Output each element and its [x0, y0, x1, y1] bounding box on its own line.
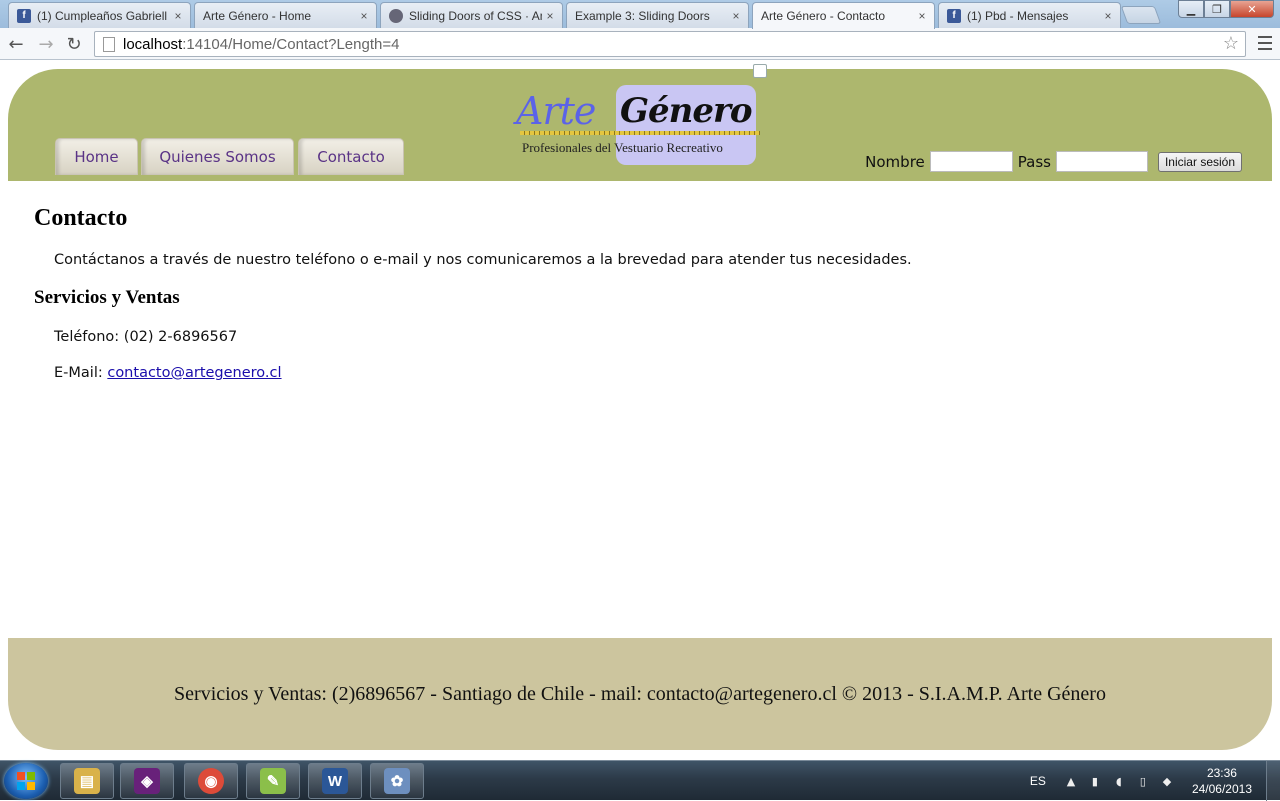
logo-arte-text: Arte	[516, 89, 596, 133]
forward-icon[interactable]: →	[34, 32, 58, 56]
language-indicator[interactable]: ES	[1030, 774, 1046, 788]
login-form: Nombre Pass Iniciar sesión	[865, 151, 1242, 172]
site-logo[interactable]: Arte Género Profesionales del Vestuario …	[516, 85, 766, 167]
visual-studio-icon: ◈	[134, 768, 160, 794]
footer-text: Servicios y Ventas: (2)6896567 - Santiag…	[174, 682, 1106, 705]
nav-tab-contacto[interactable]: Contacto	[298, 138, 404, 175]
volume-icon[interactable]: ◖	[1112, 774, 1126, 788]
dropbox-icon[interactable]: ◆	[1160, 774, 1174, 788]
clock[interactable]: 23:36 24/06/2013	[1192, 765, 1252, 797]
show-hidden-icons-icon[interactable]: ▲	[1064, 774, 1078, 788]
minimize-button[interactable]: ▁	[1178, 0, 1204, 18]
address-bar[interactable]: localhost :14104/Home/Contact?Length=4 ☆	[94, 31, 1246, 57]
browser-tabstrip: f (1) Cumpleaños Gabriell × Arte Género …	[0, 0, 1280, 78]
show-desktop-button[interactable]	[1266, 761, 1280, 801]
tab-title: Example 3: Sliding Doors	[575, 8, 710, 23]
phone-text: Teléfono: (02) 2-6896567	[54, 329, 238, 345]
page-icon	[103, 36, 115, 52]
tab-title: (1) Pbd - Mensajes	[967, 8, 1069, 23]
bookmark-star-icon[interactable]: ☆	[1223, 33, 1239, 54]
tab-close-button[interactable]: ×	[356, 9, 372, 23]
window-controls: ▁ ❐ ✕	[1178, 0, 1274, 18]
reload-icon[interactable]: ↻	[62, 32, 86, 56]
email-link[interactable]: contacto@artegenero.cl	[107, 365, 281, 381]
browser-tab-active[interactable]: Arte Género - Contacto ×	[752, 2, 935, 78]
site-header: Home Quienes Somos Contacto Arte Género …	[8, 69, 1272, 181]
url-path: :14104/Home/Contact?Length=4	[182, 35, 400, 53]
logo-genero-text: Género	[620, 91, 753, 131]
tab-title: Arte Género - Contacto	[761, 9, 886, 23]
tab-close-button[interactable]: ×	[170, 9, 186, 23]
tab-close-button[interactable]: ×	[542, 9, 558, 23]
nombre-input[interactable]	[929, 151, 1013, 172]
main-content: Contacto Contáctanos a través de nuestro…	[34, 205, 1234, 381]
tab-close-button[interactable]: ×	[914, 9, 930, 23]
taskbar-app[interactable]: ◈	[120, 763, 174, 799]
email-line: E-Mail: contacto@artegenero.cl	[54, 365, 1234, 381]
page-title: Contacto	[34, 205, 128, 231]
back-icon[interactable]: ←	[4, 32, 28, 56]
email-label: E-Mail:	[54, 365, 108, 381]
intro-text: Contáctanos a través de nuestro teléfono…	[54, 252, 912, 268]
web-page: Home Quienes Somos Contacto Arte Género …	[0, 61, 1280, 754]
system-tray: ES ▲ ▮ ◖ ▯ ◆ 23:36 24/06/2013	[1030, 761, 1280, 801]
taskbar-app[interactable]: ◉	[184, 763, 238, 799]
browser-tab[interactable]: f (1) Pbd - Mensajes ×	[938, 2, 1121, 28]
login-button[interactable]: Iniciar sesión	[1157, 151, 1242, 172]
logo-tagline: Profesionales del Vestuario Recreativo	[522, 140, 723, 155]
css-site-icon	[389, 8, 403, 23]
windows-taskbar: ▤ ◈ ◉ ✎ W ✿ ES ▲ ▮ ◖ ▯ ◆ 23:36 24/06/201…	[0, 760, 1280, 801]
power-icon[interactable]: ▯	[1136, 774, 1150, 788]
clock-date: 24/06/2013	[1191, 782, 1252, 796]
browser-tab[interactable]: Example 3: Sliding Doors ×	[566, 2, 749, 78]
tab-title: Arte Género - Home	[203, 8, 312, 23]
pass-input[interactable]	[1055, 151, 1148, 172]
nav-tab-quienes-somos[interactable]: Quienes Somos	[141, 138, 294, 175]
taskbar-app[interactable]: ✎	[246, 763, 300, 799]
pass-label: Pass	[1017, 152, 1051, 171]
browser-tab[interactable]: Arte Género - Home ×	[194, 2, 377, 78]
nav-tab-home[interactable]: Home	[55, 138, 138, 175]
browser-toolbar: ← → ↻ localhost :14104/Home/Contact?Leng…	[0, 28, 1280, 60]
browser-tab[interactable]: Sliding Doors of CSS · An ×	[380, 2, 563, 28]
tab-title: (1) Cumpleaños Gabriell	[37, 8, 168, 23]
nombre-label: Nombre	[865, 152, 925, 171]
network-icon[interactable]: ▮	[1088, 774, 1102, 788]
taskbar-app[interactable]: W	[308, 763, 362, 799]
chrome-icon: ◉	[198, 768, 224, 794]
tab-close-button[interactable]: ×	[728, 9, 744, 23]
new-tab-button[interactable]	[1120, 6, 1162, 24]
windows-explorer-icon: ▤	[74, 768, 100, 794]
tab-title: Sliding Doors of CSS · An	[409, 8, 542, 23]
word-icon: W	[322, 768, 348, 794]
page-icon	[753, 64, 767, 78]
maximize-button[interactable]: ❐	[1204, 0, 1230, 18]
clock-time: 23:36	[1206, 766, 1237, 780]
facebook-icon: f	[17, 8, 31, 23]
url-host: localhost	[123, 35, 183, 53]
windows-logo-icon	[17, 772, 35, 790]
notepad-plus-icon: ✎	[260, 768, 286, 794]
start-button[interactable]	[4, 763, 48, 799]
taskbar-app[interactable]: ▤	[60, 763, 114, 799]
measuring-tape-icon	[520, 131, 760, 135]
browser-tab[interactable]: f (1) Cumpleaños Gabriell ×	[8, 2, 191, 28]
close-window-button[interactable]: ✕	[1230, 0, 1274, 18]
section-title: Servicios y Ventas	[34, 287, 180, 308]
taskbar-app[interactable]: ✿	[370, 763, 424, 799]
site-footer: Servicios y Ventas: (2)6896567 - Santiag…	[8, 638, 1272, 750]
tab-close-button[interactable]: ×	[1100, 9, 1116, 23]
facebook-icon: f	[947, 8, 961, 23]
browser-menu-icon[interactable]	[1258, 34, 1272, 52]
paint-icon: ✿	[384, 768, 410, 794]
